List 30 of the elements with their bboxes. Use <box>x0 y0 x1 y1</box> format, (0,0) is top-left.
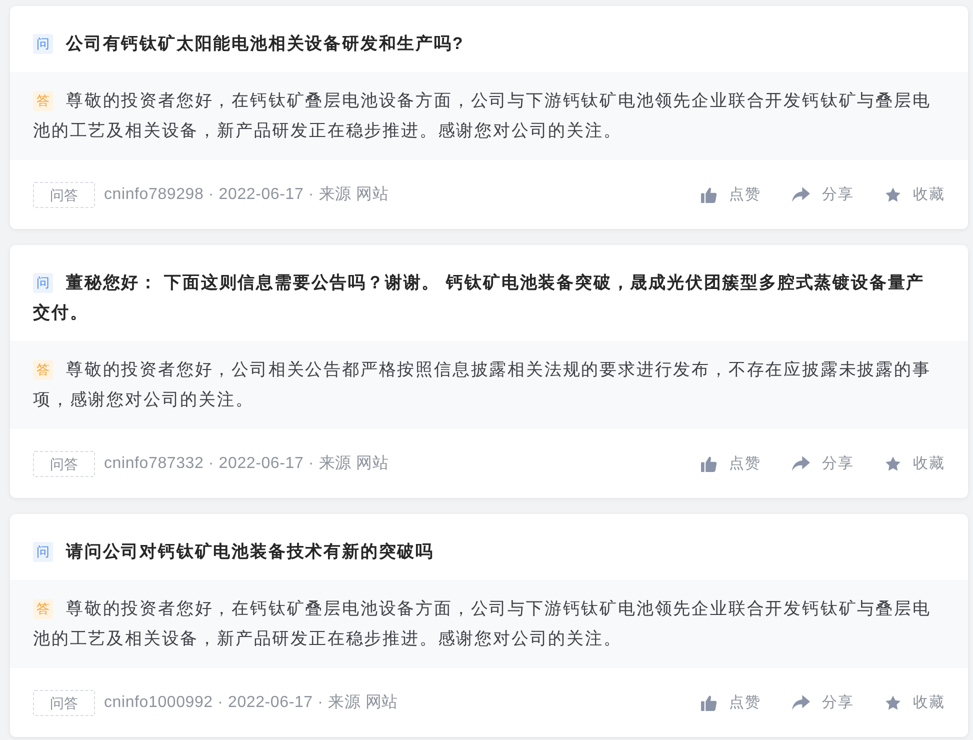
post-meta: cninfo789298 · 2022-06-17 · 来源 网站 <box>104 184 389 205</box>
question-text: 问 请问公司对钙钛矿电池装备技术有新的突破吗 <box>33 537 937 567</box>
star-icon <box>885 456 901 472</box>
category-tag: 问答 <box>33 182 95 208</box>
answer-text: 答 尊敬的投资者您好，公司相关公告都严格按照信息披露相关法规的要求进行发布，不存在应披露未披露的事项，感谢您对公司的关注。 <box>33 359 932 411</box>
favorite-button[interactable]: 收藏 <box>885 185 945 204</box>
thumbs-up-icon <box>701 456 717 472</box>
like-button[interactable]: 点赞 <box>701 454 761 473</box>
thumbs-up-icon <box>701 186 717 202</box>
curved-arrow-icon <box>792 695 810 710</box>
share-button[interactable]: 分享 <box>792 185 854 204</box>
curved-arrow-icon <box>792 187 810 202</box>
favorite-button[interactable]: 收藏 <box>885 693 945 712</box>
category-tag: 问答 <box>33 450 95 476</box>
question-text: 问 公司有钙钛矿太阳能电池相关设备研发和生产吗? <box>33 29 937 59</box>
like-button[interactable]: 点赞 <box>701 693 761 712</box>
question-text: 问 董秘您好： 下面这则信息需要公告吗？谢谢。 钙钛矿电池装备突破，晟成光伏团簇型多腔式蒸镀设备量产交付。 <box>33 272 926 324</box>
thumbs-up-icon <box>701 694 717 710</box>
answer-text: 答 尊敬的投资者您好，在钙钛矿叠层电池设备方面，公司与下游钙钛矿电池领先企业联合开发钙钛矿与叠层电池的工艺及相关设备，新产品研发正在稳步推进。感谢您对公司的关注。 <box>33 598 932 650</box>
post-meta: cninfo787332 · 2022-06-17 · 来源 网站 <box>104 454 389 474</box>
like-button[interactable]: 点赞 <box>701 185 761 204</box>
star-icon <box>885 186 901 202</box>
favorite-button[interactable]: 收藏 <box>885 454 945 473</box>
share-button[interactable]: 分享 <box>792 693 854 712</box>
curved-arrow-icon <box>792 456 810 471</box>
answer-text: 答 尊敬的投资者您好，在钙钛矿叠层电池设备方面，公司与下游钙钛矿电池领先企业联合开发钙钛矿与叠层电池的工艺及相关设备，新产品研发正在稳步推进。感谢您对公司的关注。 <box>33 90 932 142</box>
share-button[interactable]: 分享 <box>792 454 854 473</box>
star-icon <box>885 694 901 710</box>
category-tag: 问答 <box>33 690 95 716</box>
post-meta: cninfo1000992 · 2022-06-17 · 来源 网站 <box>104 692 398 713</box>
